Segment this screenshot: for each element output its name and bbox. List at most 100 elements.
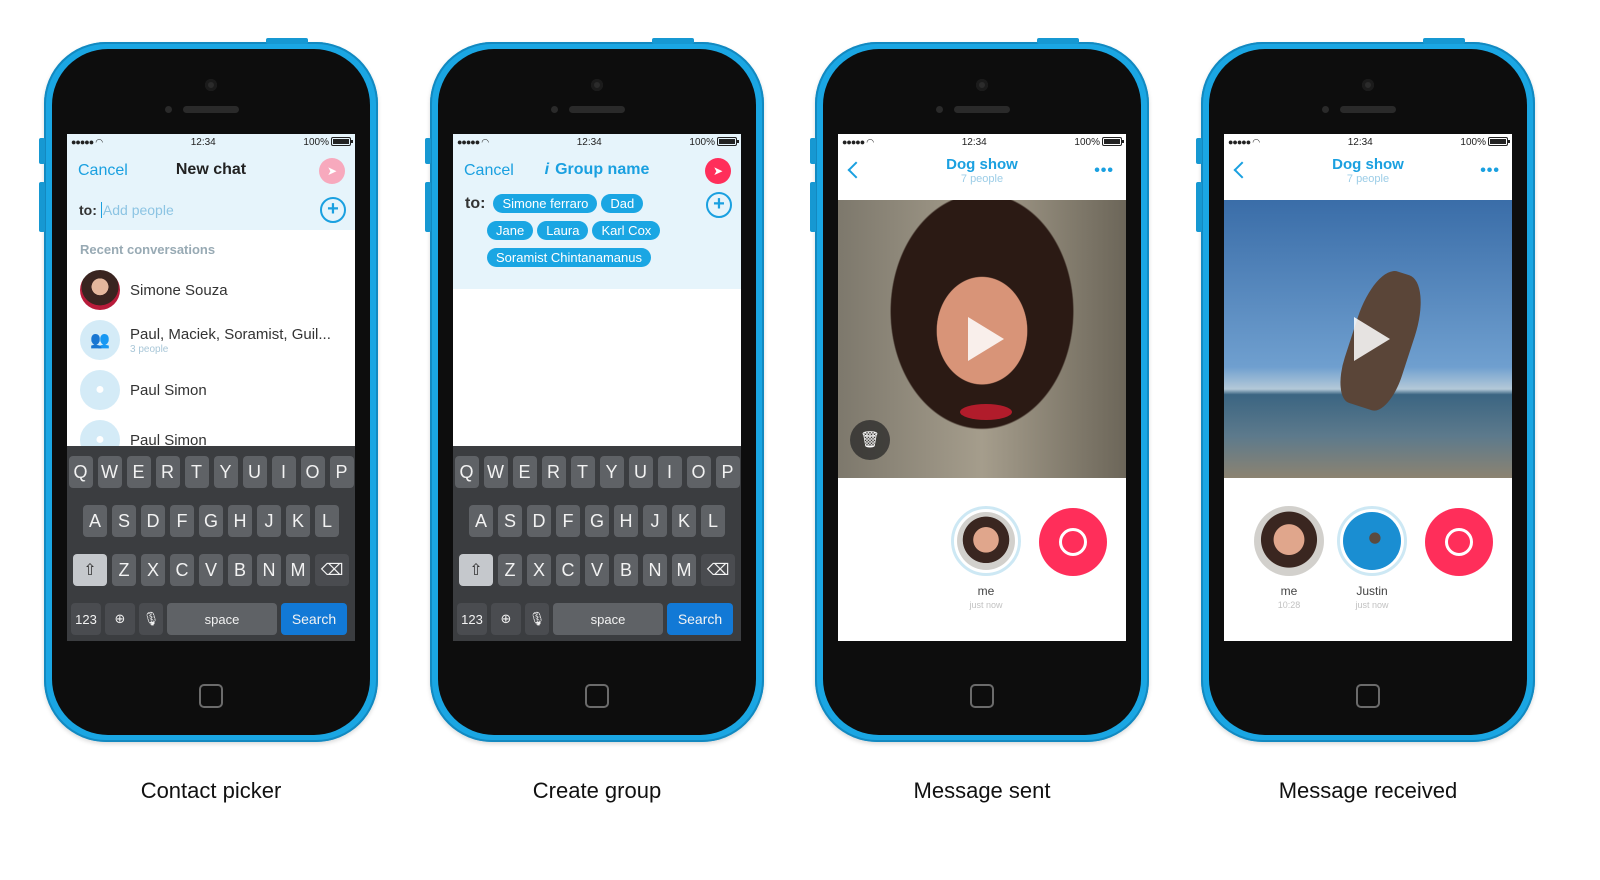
list-item[interactable]: ● Paul Simon — [67, 365, 355, 415]
numbers-key[interactable]: 123 — [457, 603, 487, 635]
search-key[interactable]: Search — [281, 603, 347, 635]
key[interactable]: C — [556, 554, 580, 586]
message-thumbnail[interactable] — [951, 506, 1021, 576]
key[interactable]: N — [643, 554, 667, 586]
key[interactable]: I — [271, 456, 296, 488]
key[interactable]: L — [701, 505, 725, 537]
key[interactable]: U — [628, 456, 653, 488]
backspace-icon[interactable]: ⌫ — [315, 554, 349, 586]
add-people-input[interactable]: Add people — [100, 202, 174, 218]
recipient-chip[interactable]: Dad — [601, 194, 644, 213]
key[interactable]: U — [242, 456, 267, 488]
key[interactable]: Q — [68, 456, 93, 488]
search-key[interactable]: Search — [667, 603, 733, 635]
key[interactable]: R — [541, 456, 566, 488]
home-button[interactable] — [970, 684, 994, 708]
home-button[interactable] — [1356, 684, 1380, 708]
message-thumbnail[interactable] — [1254, 506, 1324, 576]
key[interactable]: E — [126, 456, 151, 488]
key[interactable]: G — [585, 505, 609, 537]
key[interactable]: F — [170, 505, 194, 537]
play-icon[interactable] — [1354, 317, 1390, 361]
plus-icon[interactable]: + — [706, 192, 732, 218]
home-button[interactable] — [585, 684, 609, 708]
key[interactable]: H — [614, 505, 638, 537]
key[interactable]: W — [97, 456, 122, 488]
video-player[interactable] — [1224, 200, 1512, 478]
key[interactable]: N — [257, 554, 281, 586]
more-icon[interactable]: ••• — [1480, 163, 1500, 179]
key[interactable]: S — [498, 505, 522, 537]
mic-icon[interactable]: 🎙 — [525, 603, 549, 635]
key[interactable]: G — [199, 505, 223, 537]
list-item[interactable]: 👥 Paul, Maciek, Soramist, Guil... 3 peop… — [67, 315, 355, 365]
key[interactable]: P — [715, 456, 740, 488]
key[interactable]: D — [527, 505, 551, 537]
key[interactable]: A — [83, 505, 107, 537]
key[interactable]: J — [643, 505, 667, 537]
numbers-key[interactable]: 123 — [71, 603, 101, 635]
key[interactable]: X — [141, 554, 165, 586]
list-item[interactable]: Simone Souza — [67, 265, 355, 315]
key[interactable]: H — [228, 505, 252, 537]
key[interactable]: S — [112, 505, 136, 537]
key[interactable]: C — [170, 554, 194, 586]
globe-icon[interactable]: ⊕ — [491, 603, 521, 635]
space-key[interactable]: space — [167, 603, 277, 635]
key[interactable]: T — [184, 456, 209, 488]
recipient-chip[interactable]: Jane — [487, 221, 534, 240]
key[interactable]: Z — [112, 554, 136, 586]
play-icon[interactable] — [968, 317, 1004, 361]
key[interactable]: B — [228, 554, 252, 586]
key[interactable]: V — [585, 554, 609, 586]
key[interactable]: B — [614, 554, 638, 586]
key[interactable]: K — [286, 505, 310, 537]
key[interactable]: Y — [599, 456, 624, 488]
space-key[interactable]: space — [553, 603, 663, 635]
mic-icon[interactable]: 🎙 — [139, 603, 163, 635]
plus-icon[interactable]: + — [320, 197, 346, 223]
key[interactable]: D — [141, 505, 165, 537]
key[interactable]: F — [556, 505, 580, 537]
trash-icon[interactable]: 🗑 — [850, 420, 890, 460]
cancel-button[interactable]: Cancel — [78, 162, 128, 180]
key[interactable]: Q — [454, 456, 479, 488]
key[interactable]: I — [657, 456, 682, 488]
to-field[interactable]: to: Add people + — [67, 190, 355, 230]
group-name-field[interactable]: i Group name — [545, 161, 650, 179]
key[interactable]: L — [315, 505, 339, 537]
record-icon[interactable] — [1039, 508, 1107, 576]
key[interactable]: O — [300, 456, 325, 488]
key[interactable]: O — [686, 456, 711, 488]
key[interactable]: X — [527, 554, 551, 586]
send-icon[interactable]: ➤ — [705, 158, 731, 184]
recipient-chip[interactable]: Simone ferraro — [493, 194, 598, 213]
key[interactable]: Y — [213, 456, 238, 488]
cancel-button[interactable]: Cancel — [464, 162, 514, 180]
key[interactable]: R — [155, 456, 180, 488]
globe-icon[interactable]: ⊕ — [105, 603, 135, 635]
key[interactable]: W — [483, 456, 508, 488]
record-icon[interactable] — [1425, 508, 1493, 576]
home-button[interactable] — [199, 684, 223, 708]
send-icon[interactable]: ➤ — [319, 158, 345, 184]
recipient-chip[interactable]: Soramist Chintanamanus — [487, 248, 651, 267]
key[interactable]: P — [329, 456, 354, 488]
key[interactable]: M — [286, 554, 310, 586]
shift-icon[interactable]: ⇧ — [73, 554, 107, 586]
backspace-icon[interactable]: ⌫ — [701, 554, 735, 586]
key[interactable]: E — [512, 456, 537, 488]
key[interactable]: J — [257, 505, 281, 537]
recipient-chip[interactable]: Karl Cox — [592, 221, 661, 240]
more-icon[interactable]: ••• — [1094, 163, 1114, 179]
recipient-chip[interactable]: Laura — [537, 221, 589, 240]
key[interactable]: Z — [498, 554, 522, 586]
key[interactable]: T — [570, 456, 595, 488]
key[interactable]: K — [672, 505, 696, 537]
key[interactable]: M — [672, 554, 696, 586]
message-thumbnail[interactable] — [1337, 506, 1407, 576]
key[interactable]: A — [469, 505, 493, 537]
shift-icon[interactable]: ⇧ — [459, 554, 493, 586]
video-player[interactable]: 🗑 — [838, 200, 1126, 478]
key[interactable]: V — [199, 554, 223, 586]
